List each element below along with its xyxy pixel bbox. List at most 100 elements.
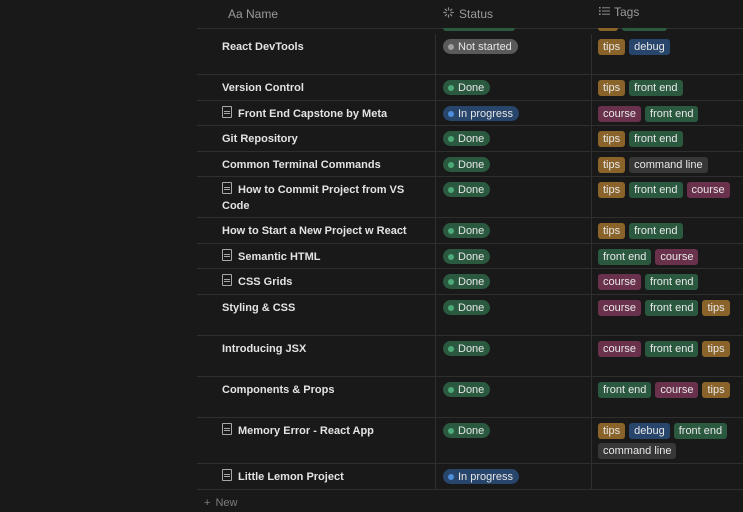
table-body: React DevTools Not started tips debug Versio… [197, 34, 743, 490]
row-title[interactable]: Common Terminal Commands [222, 157, 412, 173]
table-row[interactable]: CSS Grids Done course front end [197, 269, 743, 295]
tags-cell[interactable]: tips command line [598, 157, 743, 173]
tag-chip: tips [702, 382, 730, 398]
row-title[interactable]: How to Commit Project from VS Code [222, 182, 412, 214]
tags-cell[interactable]: tips front end course [598, 182, 743, 198]
row-title[interactable]: How to Start a New Project w React [222, 223, 412, 239]
column-divider [435, 34, 436, 74]
column-header-tags[interactable]: Tags [599, 5, 743, 19]
table-row[interactable]: Version Control Done tips front end [197, 75, 743, 101]
table-row[interactable]: Common Terminal Commands Done tips command … [197, 152, 743, 177]
status-badge[interactable]: Done [443, 157, 491, 172]
row-title[interactable]: Semantic HTML [222, 249, 412, 265]
column-divider [435, 464, 436, 489]
table-row[interactable]: Semantic HTML Done front end course [197, 244, 743, 269]
table-row[interactable]: Front End Capstone by Meta In progress cou… [197, 101, 743, 126]
status-badge[interactable]: In progress [443, 106, 520, 121]
tags-cell[interactable]: tips debug [598, 39, 743, 55]
row-title[interactable]: Front End Capstone by Meta [222, 106, 412, 122]
status-badge[interactable]: Done [443, 300, 491, 315]
clipped-tag [622, 28, 667, 31]
tags-cell[interactable]: course front end tips [598, 300, 743, 316]
status-label: Done [458, 183, 485, 196]
tags-cell[interactable]: course front end tips [598, 341, 743, 357]
column-divider [435, 126, 436, 151]
status-badge[interactable]: Done [443, 80, 491, 95]
page-icon [222, 249, 232, 261]
status-dot-icon [448, 135, 454, 142]
tags-cell[interactable]: tips front end [598, 223, 743, 239]
status-dot-icon [448, 43, 454, 50]
tag-chip: tips [702, 341, 730, 357]
status-badge[interactable]: Done [443, 423, 491, 438]
column-status-label: Status [459, 7, 494, 21]
column-divider [435, 336, 436, 376]
table-row[interactable]: Git Repository Done tips front end [197, 126, 743, 152]
tags-cell[interactable]: front end course tips [598, 382, 743, 398]
column-divider [591, 152, 592, 176]
tags-cell[interactable]: tips debug front end command line [598, 423, 743, 459]
status-dot-icon [448, 186, 454, 193]
table-row[interactable]: Memory Error - React App Done tips debug fro… [197, 418, 743, 464]
tag-chip: tips [598, 423, 626, 439]
row-title[interactable]: React DevTools [222, 39, 412, 55]
status-badge[interactable]: Not started [443, 39, 518, 54]
status-badge[interactable]: Done [443, 131, 491, 146]
status-label: Done [458, 275, 485, 288]
tag-chip: tips [598, 131, 626, 147]
status-dot-icon [448, 161, 454, 168]
table-row[interactable]: Styling & CSS Done course front end tips [197, 295, 743, 336]
status-badge[interactable]: Done [443, 382, 491, 397]
row-title-text: Components & Props [222, 384, 335, 396]
column-divider [591, 177, 592, 217]
row-title-text: How to Start a New Project w React [222, 225, 407, 237]
status-badge[interactable]: Done [443, 182, 491, 197]
row-title[interactable]: Styling & CSS [222, 300, 412, 316]
row-title[interactable]: CSS Grids [222, 274, 412, 290]
table-row[interactable]: React DevTools Not started tips debug [197, 34, 743, 75]
tags-cell[interactable]: front end course [598, 249, 743, 265]
status-badge[interactable]: Done [443, 223, 491, 238]
table-row[interactable]: Components & Props Done front end course tip… [197, 377, 743, 418]
page-icon [222, 106, 232, 118]
row-title[interactable]: Little Lemon Project [222, 469, 412, 485]
table-row[interactable]: How to Start a New Project w React Done ti… [197, 218, 743, 244]
column-divider [435, 152, 436, 176]
status-badge[interactable]: Done [443, 249, 491, 264]
tags-cell[interactable]: tips front end [598, 80, 743, 96]
row-title[interactable]: Git Repository [222, 131, 412, 147]
clipped-status-pill [443, 28, 515, 31]
row-title[interactable]: Memory Error - React App [222, 423, 412, 439]
tags-cell[interactable]: tips front end [598, 131, 743, 147]
row-title-text: React DevTools [222, 41, 304, 53]
column-divider [591, 126, 592, 151]
tag-chip: course [655, 249, 699, 265]
tag-chip: command line [598, 443, 677, 459]
table-row[interactable]: Introducing JSX Done course front end tips [197, 336, 743, 377]
column-divider [591, 418, 592, 463]
page-icon [222, 274, 232, 286]
new-row-button[interactable]: + New [204, 497, 237, 509]
column-divider [591, 101, 592, 125]
column-divider [435, 269, 436, 294]
tag-chip: tips [702, 300, 730, 316]
status-dot-icon [448, 278, 454, 285]
table-row[interactable]: How to Commit Project from VS Code Done ti… [197, 177, 743, 218]
column-header-name[interactable]: Aa Name [228, 7, 278, 21]
new-label: New [215, 497, 238, 509]
row-title[interactable]: Components & Props [222, 382, 412, 398]
table-row[interactable]: Little Lemon Project In progress [197, 464, 743, 490]
tag-chip: course [686, 182, 730, 198]
column-name-label: Aa Name [228, 7, 279, 21]
row-title[interactable]: Introducing JSX [222, 341, 412, 357]
tags-cell[interactable]: course front end [598, 106, 743, 122]
row-title[interactable]: Version Control [222, 80, 412, 96]
status-badge[interactable]: Done [443, 341, 491, 356]
page-icon [222, 182, 232, 194]
row-title-text: Git Repository [222, 133, 298, 145]
tags-cell[interactable]: course front end [598, 274, 743, 290]
status-badge[interactable]: In progress [443, 469, 520, 484]
column-header-status[interactable]: Status [443, 7, 493, 21]
status-label: Not started [458, 40, 512, 53]
status-badge[interactable]: Done [443, 274, 491, 289]
